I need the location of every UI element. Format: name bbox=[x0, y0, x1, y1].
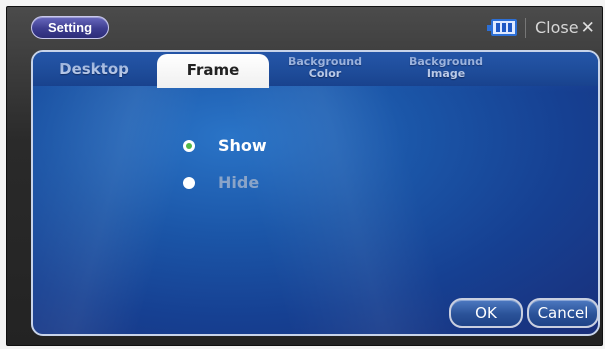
option-hide-label: Hide bbox=[218, 173, 260, 192]
option-hide[interactable]: Hide bbox=[183, 173, 259, 192]
settings-panel: Desktop Frame Background Color Backgroun… bbox=[31, 50, 600, 336]
radio-show[interactable] bbox=[183, 139, 195, 152]
option-show-label: Show bbox=[218, 136, 267, 155]
header-divider bbox=[525, 18, 526, 38]
close-button[interactable]: Close ✕ bbox=[535, 16, 605, 40]
tab-desktop[interactable]: Desktop bbox=[39, 52, 149, 86]
settings-window: Setting Close ✕ Desktop Frame Background … bbox=[6, 6, 603, 346]
ok-button[interactable]: OK bbox=[449, 298, 523, 328]
option-show[interactable]: Show bbox=[183, 136, 267, 155]
close-icon: ✕ bbox=[580, 18, 595, 38]
tab-bar: Desktop Frame Background Color Backgroun… bbox=[33, 52, 598, 88]
tab-background-color[interactable]: Background Color bbox=[270, 52, 380, 86]
radio-hide[interactable] bbox=[183, 176, 195, 189]
tab-frame[interactable]: Frame bbox=[157, 54, 269, 88]
tab-background-color-line2: Color bbox=[308, 67, 342, 80]
tab-background-image[interactable]: Background Image bbox=[391, 52, 501, 86]
tab-background-image-line2: Image bbox=[426, 67, 466, 80]
setting-title-button[interactable]: Setting bbox=[31, 16, 109, 39]
close-label: Close bbox=[535, 18, 579, 37]
cancel-button[interactable]: Cancel bbox=[527, 298, 598, 328]
battery-icon bbox=[487, 19, 517, 36]
